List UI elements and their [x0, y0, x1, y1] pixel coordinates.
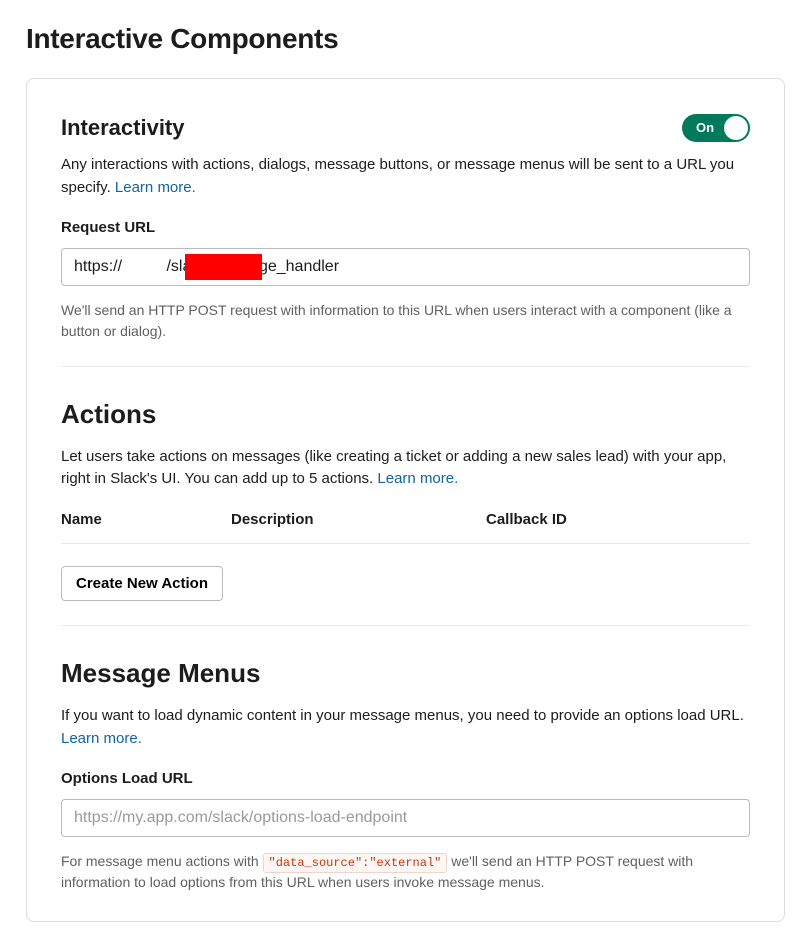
data-source-code: "data_source":"external" — [263, 853, 448, 873]
actions-col-desc: Description — [231, 509, 486, 532]
interactivity-toggle[interactable]: On — [682, 114, 750, 142]
actions-table-header: Name Description Callback ID — [61, 509, 750, 545]
request-url-label: Request URL — [61, 217, 750, 240]
actions-learn-more-link[interactable]: Learn more. — [377, 470, 458, 487]
actions-desc: Let users take actions on messages (like… — [61, 446, 750, 491]
request-url-input[interactable] — [61, 248, 750, 286]
actions-col-callback: Callback ID — [486, 509, 750, 532]
request-url-help: We'll send an HTTP POST request with inf… — [61, 300, 750, 342]
options-load-url-label: Options Load URL — [61, 768, 750, 791]
create-new-action-button[interactable]: Create New Action — [61, 566, 223, 601]
actions-col-name: Name — [61, 509, 231, 532]
settings-card: Interactivity On Any interactions with a… — [26, 78, 785, 922]
options-load-url-input[interactable] — [61, 799, 750, 837]
menus-desc: If you want to load dynamic content in y… — [61, 705, 750, 750]
interactivity-learn-more-link[interactable]: Learn more. — [115, 179, 196, 196]
actions-section: Actions Let users take actions on messag… — [61, 395, 750, 627]
menus-learn-more-link[interactable]: Learn more. — [61, 730, 142, 747]
interactivity-section: Interactivity On Any interactions with a… — [61, 111, 750, 367]
actions-heading: Actions — [61, 395, 750, 434]
options-load-url-help: For message menu actions with "data_sour… — [61, 851, 750, 893]
menus-desc-text: If you want to load dynamic content in y… — [61, 707, 744, 724]
menus-heading: Message Menus — [61, 654, 750, 693]
toggle-knob — [724, 116, 748, 140]
message-menus-section: Message Menus If you want to load dynami… — [61, 654, 750, 893]
menus-help-pre: For message menu actions with — [61, 853, 263, 869]
toggle-label: On — [696, 118, 714, 138]
interactivity-desc: Any interactions with actions, dialogs, … — [61, 154, 750, 199]
page-title: Interactive Components — [26, 18, 785, 60]
interactivity-heading: Interactivity — [61, 111, 185, 144]
